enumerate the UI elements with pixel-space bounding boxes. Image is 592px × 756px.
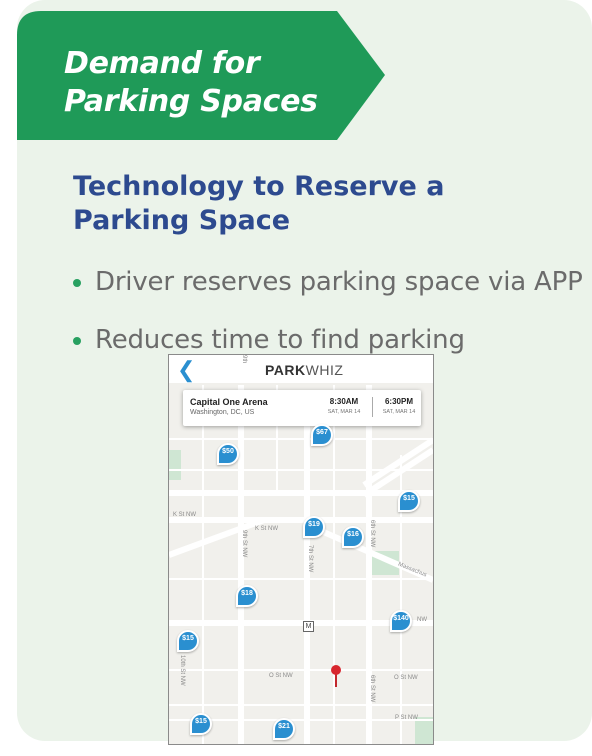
street-label: 10th St NW [179, 655, 185, 686]
price-label: $18 [241, 590, 253, 597]
bullet-text: Driver reserves parking space via APP [95, 267, 583, 297]
bullet-text: Reduces time to find parking [95, 325, 465, 355]
price-label: $15 [403, 495, 415, 502]
street-label: O St NW [269, 673, 293, 679]
price-label: $15 [182, 635, 194, 642]
end-time: 6:30PM [384, 397, 413, 406]
price-pin[interactable]: $16 [342, 526, 364, 548]
bullet-dot-icon [73, 279, 81, 287]
logo-bold-text: PARK [265, 362, 306, 378]
price-pin[interactable]: $21 [273, 718, 295, 740]
bullet-item: Driver reserves parking space via APP [73, 256, 583, 314]
app-logo: PARKWHIZ [265, 362, 343, 378]
event-card[interactable]: Capital One Arena Washington, DC, US 8:3… [183, 390, 421, 426]
event-name: Capital One Arena [190, 397, 268, 407]
price-label: $19 [308, 521, 320, 528]
price-label: $67 [316, 429, 328, 436]
street-label: P St NW [395, 715, 418, 721]
chevron-left-icon[interactable]: ❮ [177, 357, 195, 383]
price-pin[interactable]: $140 [390, 610, 412, 632]
street-label: K St NW [255, 526, 279, 532]
red-map-pin-icon[interactable] [330, 664, 342, 688]
end-date: SAT, MAR 14 [382, 409, 416, 415]
price-label: $16 [347, 531, 359, 538]
street-label: O St NW [394, 675, 418, 681]
price-pin[interactable]: $50 [217, 443, 239, 465]
street-label: 6th St NW [369, 520, 375, 548]
price-pin[interactable]: $19 [303, 516, 325, 538]
street-label: K St NW [173, 512, 197, 518]
event-location: Washington, DC, US [190, 409, 255, 416]
start-time: 8:30AM [329, 397, 359, 406]
price-pin[interactable]: $15 [398, 490, 420, 512]
price-pin[interactable]: $15 [190, 713, 212, 735]
price-label: $140 [393, 615, 409, 622]
logo-light-text: WHIZ [305, 362, 344, 378]
price-pin[interactable]: $15 [177, 630, 199, 652]
street-label: 9th [241, 355, 247, 364]
street-label: 7th St NW [307, 545, 313, 573]
price-label: $15 [195, 718, 207, 725]
metro-station-icon[interactable]: M [303, 621, 314, 632]
price-label: $21 [278, 723, 290, 730]
street-label: 6th St NW [369, 675, 375, 703]
app-screenshot: ❮ PARKWHIZ Capital One Arena Washington,… [168, 354, 434, 745]
price-label: $50 [222, 448, 234, 455]
street-label: NW [417, 617, 427, 623]
section-heading: Technology to Reserve a Parking Space [73, 171, 445, 236]
price-pin[interactable]: $18 [236, 585, 258, 607]
start-date: SAT, MAR 14 [327, 409, 361, 415]
banner: Demand for Parking Spaces [17, 11, 385, 140]
price-pin[interactable]: $67 [311, 424, 333, 446]
bullet-dot-icon [73, 337, 81, 345]
street-label: 9th St NW [241, 530, 247, 558]
banner-title: Demand for Parking Spaces [64, 46, 318, 119]
